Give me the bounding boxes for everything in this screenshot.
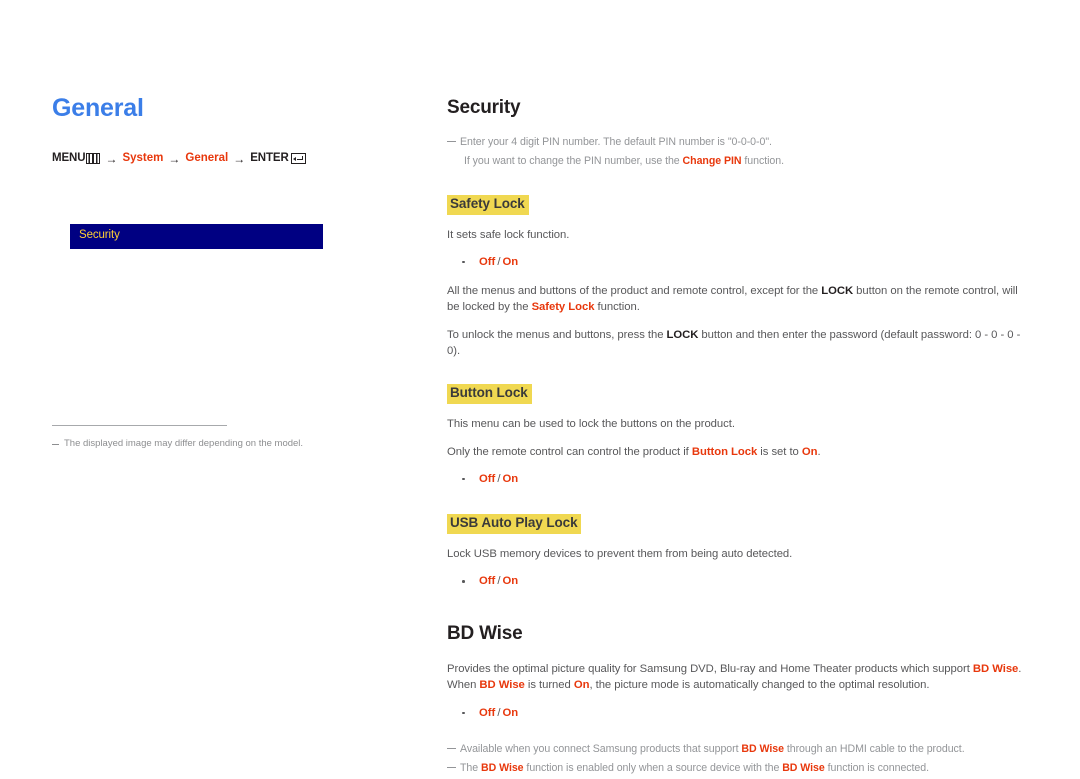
ref-bd-wise[interactable]: BD Wise bbox=[741, 743, 784, 755]
ref-button-lock[interactable]: Button Lock bbox=[692, 446, 757, 458]
image-footnote: The displayed image may differ depending… bbox=[52, 438, 352, 451]
option-on[interactable]: On bbox=[502, 707, 518, 719]
breadcrumb-menu-label: MENU bbox=[52, 151, 86, 164]
button-lock-options: Off / On bbox=[447, 471, 1030, 488]
p1-a: All the menus and buttons of the product… bbox=[447, 284, 822, 297]
note-dash-icon bbox=[447, 766, 456, 769]
option-off[interactable]: Off bbox=[479, 707, 495, 719]
ref-bd-wise-2[interactable]: BD Wise bbox=[782, 762, 825, 774]
n2-e: function is connected. bbox=[824, 761, 929, 774]
bd-wise-note-1-body: Available when you connect Samsung produ… bbox=[460, 742, 1030, 758]
key-lock-2: LOCK bbox=[666, 328, 699, 341]
safety-lock-options: Off / On bbox=[447, 254, 1030, 271]
note-dash-icon bbox=[447, 140, 456, 143]
button-lock-description: This menu can be used to lock the button… bbox=[447, 418, 735, 431]
breadcrumb-item-general[interactable]: General bbox=[185, 152, 228, 165]
security-note-line2-post: function. bbox=[741, 154, 784, 167]
option-on[interactable]: On bbox=[502, 256, 518, 268]
right-column: Security Enter your 4 digit PIN number. … bbox=[447, 97, 1030, 779]
note-dash-icon bbox=[447, 747, 456, 750]
breadcrumb-arrow-3: → bbox=[233, 151, 246, 166]
safety-lock-paragraph-2: To unlock the menus and buttons, press t… bbox=[447, 327, 1030, 360]
left-column: General MENU → System → General → ENTER bbox=[52, 94, 392, 166]
bl-c: is set to bbox=[757, 445, 802, 458]
ref-value-on: On bbox=[801, 445, 818, 458]
safety-lock-paragraph-1: All the menus and buttons of the product… bbox=[447, 283, 1030, 316]
sub-title-usb-auto-play-lock: USB Auto Play Lock bbox=[447, 513, 582, 534]
list-item: Off / On bbox=[462, 705, 1030, 722]
n1-c: through an HDMI cable to the product. bbox=[783, 742, 965, 755]
bd-wise-options: Off / On bbox=[447, 705, 1030, 722]
ref-bd-wise-1[interactable]: BD Wise bbox=[973, 663, 1018, 675]
enter-return-icon bbox=[290, 153, 306, 164]
menu-grid-icon bbox=[86, 153, 101, 164]
ref-bd-wise-1[interactable]: BD Wise bbox=[481, 762, 524, 774]
option-off[interactable]: Off bbox=[479, 473, 495, 485]
breadcrumb-arrow-1: → bbox=[105, 151, 118, 166]
sub-title-button-lock: Button Lock bbox=[447, 384, 532, 405]
list-item: Off / On bbox=[462, 471, 1030, 488]
n2-a: The bbox=[460, 761, 481, 774]
security-note-line2-pre: If you want to change the PIN number, us… bbox=[464, 154, 683, 167]
p2-a: To unlock the menus and buttons, press t… bbox=[447, 328, 667, 341]
subsection-usb-auto-play-lock-header: USB Auto Play Lock bbox=[447, 513, 1030, 534]
option-on[interactable]: On bbox=[502, 575, 518, 587]
breadcrumb-arrow-2: → bbox=[168, 151, 181, 166]
usb-auto-play-lock-description: Lock USB memory devices to prevent them … bbox=[447, 547, 793, 560]
image-footnote-block: The displayed image may differ depending… bbox=[52, 425, 352, 451]
security-note-line1-text: Enter your 4 digit PIN number. The defau… bbox=[460, 135, 772, 148]
section-title-security: Security bbox=[447, 97, 521, 118]
sub-title-safety-lock: Safety Lock bbox=[447, 194, 529, 215]
breadcrumb-enter-label: ENTER bbox=[250, 151, 289, 164]
page-title: General bbox=[52, 94, 144, 122]
manual-page: General MENU → System → General → ENTER … bbox=[0, 0, 1080, 774]
ref-bd-wise-2[interactable]: BD Wise bbox=[479, 679, 524, 691]
image-footnote-text: The displayed image may differ depending… bbox=[64, 438, 304, 449]
osd-menu-mock: Security bbox=[70, 224, 323, 249]
safety-lock-description: It sets safe lock function. bbox=[447, 228, 570, 241]
security-note-line2: If you want to change the PIN number, us… bbox=[447, 154, 1030, 170]
breadcrumb-item-system[interactable]: System bbox=[122, 152, 163, 165]
ref-value-on: On bbox=[573, 679, 590, 692]
bw-a: Provides the optimal picture quality for… bbox=[447, 663, 973, 675]
option-off[interactable]: Off bbox=[479, 575, 495, 587]
footnote-divider bbox=[52, 425, 227, 426]
ref-safety-lock[interactable]: Safety Lock bbox=[532, 301, 595, 313]
bw-g: , the picture mode is automatically chan… bbox=[589, 679, 930, 692]
breadcrumb: MENU → System → General → ENTER bbox=[52, 151, 392, 166]
subsection-safety-lock-header: Safety Lock bbox=[447, 194, 1030, 215]
link-change-pin[interactable]: Change PIN bbox=[683, 155, 742, 167]
n2-c: function is enabled only when a source d… bbox=[523, 761, 783, 774]
n1-a: Available when you connect Samsung produ… bbox=[460, 742, 742, 755]
subsection-button-lock-header: Button Lock bbox=[447, 384, 1030, 405]
bl-a: Only the remote control can control the … bbox=[447, 445, 692, 458]
usb-auto-play-lock-options: Off / On bbox=[447, 573, 1030, 590]
osd-menu-item-security[interactable]: Security bbox=[79, 229, 120, 241]
note-dash-icon bbox=[52, 444, 59, 445]
bl-e: . bbox=[817, 445, 821, 458]
security-note-line1: Enter your 4 digit PIN number. The defau… bbox=[447, 135, 1030, 151]
option-on[interactable]: On bbox=[502, 473, 518, 485]
button-lock-paragraph: Only the remote control can control the … bbox=[447, 444, 1030, 460]
option-off[interactable]: Off bbox=[479, 256, 495, 268]
list-item: Off / On bbox=[462, 254, 1030, 271]
section-title-bd-wise: BD Wise bbox=[447, 623, 523, 645]
bw-e: is turned bbox=[524, 679, 574, 692]
key-lock-1: LOCK bbox=[821, 284, 854, 297]
bd-wise-paragraph: Provides the optimal picture quality for… bbox=[447, 661, 1030, 694]
list-item: Off / On bbox=[462, 573, 1030, 590]
p1-e: function. bbox=[594, 301, 640, 314]
bd-wise-note-1: Available when you connect Samsung produ… bbox=[447, 742, 1030, 758]
